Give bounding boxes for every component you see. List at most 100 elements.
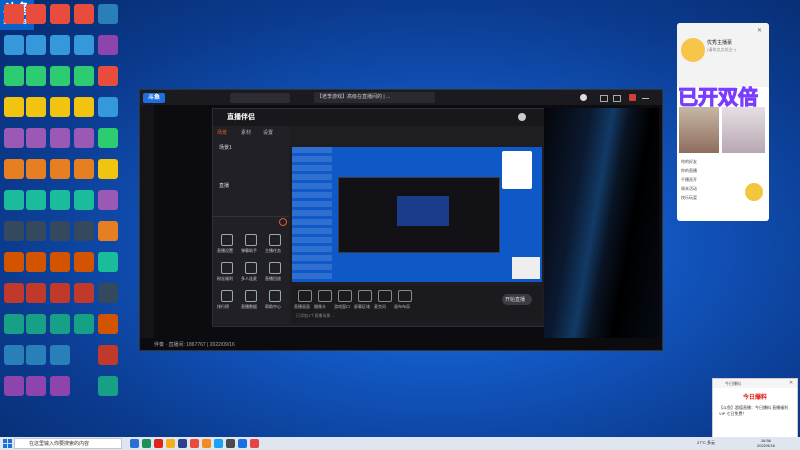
desktop-app-icon[interactable]	[98, 252, 118, 272]
desktop-app-icon[interactable]	[74, 190, 94, 210]
desktop-app-icon[interactable]	[50, 314, 70, 334]
desktop-app-icon[interactable]	[50, 97, 70, 117]
desktop-app-icon[interactable]	[4, 252, 24, 272]
desktop-app-icon[interactable]	[74, 66, 94, 86]
desktop-app-icon[interactable]	[26, 314, 46, 334]
scene-item-1[interactable]: 场景1	[219, 144, 232, 151]
desktop-app-icon[interactable]	[98, 66, 118, 86]
grid-tool-icon[interactable]	[269, 262, 281, 274]
notification-popup[interactable]: 今日爆料 ✕ 今日爆料 【斗鱼】超值直播：今日爆料 直播福利 VIP 七日免费！	[712, 378, 798, 440]
grid-tool-icon[interactable]	[269, 290, 281, 302]
tab-settings[interactable]: 设置	[263, 129, 273, 136]
stream-panel[interactable]: 直播伴侣 场景 素材 设置 场景1 直播 直播设置 弹幕助手 主播任务 粉丝福利 多人连…	[212, 108, 545, 327]
desktop-app-icon[interactable]	[98, 345, 118, 365]
desktop-app-icon[interactable]	[74, 128, 94, 148]
desktop-app-icon[interactable]	[26, 35, 46, 55]
stream-preview[interactable]	[292, 147, 542, 282]
desktop-app-icon[interactable]	[4, 159, 24, 179]
desktop-app-icon[interactable]	[98, 159, 118, 179]
source-tool-icon[interactable]	[298, 290, 312, 302]
desktop-app-icon[interactable]	[4, 97, 24, 117]
desktop-app-icon[interactable]	[4, 283, 24, 303]
desktop-app-icon[interactable]	[4, 345, 24, 365]
app-sidebar[interactable]	[140, 105, 154, 338]
desktop-app-icon[interactable]	[98, 97, 118, 117]
chat-line[interactable]: 你的直播	[681, 168, 697, 174]
desktop-app-icon[interactable]	[26, 97, 46, 117]
desktop-app-icon[interactable]	[74, 35, 94, 55]
taskbar-app-icon[interactable]	[130, 439, 139, 448]
app-titlebar[interactable]: 斗鱼 【老李游戏】高级在直播间的 | ...	[140, 90, 662, 105]
desktop-app-icon[interactable]	[98, 283, 118, 303]
chat-line[interactable]: 千播双开	[681, 177, 697, 183]
taskbar-app-icon[interactable]	[190, 439, 199, 448]
desktop-app-icon[interactable]	[98, 128, 118, 148]
grid-tool-icon[interactable]	[221, 290, 233, 302]
source-tool-icon[interactable]	[358, 290, 372, 302]
tab-scene[interactable]: 场景	[217, 129, 227, 136]
desktop-app-icon[interactable]	[4, 66, 24, 86]
grid-tool-icon[interactable]	[269, 234, 281, 246]
desktop-app-icon[interactable]	[4, 376, 24, 396]
taskbar-app-icon[interactable]	[250, 439, 259, 448]
close-chat-icon[interactable]: ✕	[757, 27, 765, 34]
chat-photo-1[interactable]	[679, 107, 719, 153]
desktop-app-icon[interactable]	[26, 128, 46, 148]
desktop-app-icon[interactable]	[74, 221, 94, 241]
source-tool-icon[interactable]	[378, 290, 392, 302]
desktop-app-icon[interactable]	[50, 221, 70, 241]
scene-item-2[interactable]: 直播	[219, 182, 229, 189]
desktop-app-icon[interactable]	[74, 283, 94, 303]
desktop-app-icon[interactable]	[4, 128, 24, 148]
tab-material[interactable]: 素材	[241, 129, 251, 136]
chat-line[interactable]: 你的好友	[681, 159, 697, 165]
minimize-icon[interactable]	[642, 98, 649, 99]
popup-close-icon[interactable]: ✕	[789, 380, 793, 386]
add-icon[interactable]	[279, 218, 287, 226]
desktop-app-icon[interactable]	[26, 221, 46, 241]
chat-avatar[interactable]	[681, 38, 705, 62]
source-tool-icon[interactable]	[318, 290, 332, 302]
desktop-app-icon[interactable]	[98, 4, 118, 24]
desktop-app-icon[interactable]	[4, 314, 24, 334]
restore-icon[interactable]	[613, 95, 621, 102]
grid-tool-icon[interactable]	[245, 290, 257, 302]
desktop-app-icon[interactable]	[50, 190, 70, 210]
grid-tool-icon[interactable]	[221, 234, 233, 246]
desktop-app-icon[interactable]	[98, 35, 118, 55]
app-window[interactable]: 斗鱼 【老李游戏】高级在直播间的 | ... 直播伴侣 场景 素材 设置 场景1…	[139, 89, 663, 351]
desktop-app-icon[interactable]	[50, 376, 70, 396]
taskbar-app-icon[interactable]	[202, 439, 211, 448]
desktop-app-icon[interactable]	[26, 283, 46, 303]
desktop-app-icon[interactable]	[50, 128, 70, 148]
desktop-app-icon[interactable]	[50, 345, 70, 365]
taskbar-app-icon[interactable]	[154, 439, 163, 448]
desktop-app-icon[interactable]	[4, 190, 24, 210]
gift-icon[interactable]	[745, 183, 763, 201]
desktop-app-icon[interactable]	[26, 252, 46, 272]
taskbar-app-icon[interactable]	[166, 439, 175, 448]
desktop-app-icon[interactable]	[74, 252, 94, 272]
desktop-app-icon[interactable]	[4, 4, 24, 24]
taskbar-app-icon[interactable]	[238, 439, 247, 448]
desktop-app-icon[interactable]	[4, 35, 24, 55]
desktop-app-icon[interactable]	[26, 66, 46, 86]
desktop-app-icon[interactable]	[26, 376, 46, 396]
chat-photo-2[interactable]	[722, 107, 765, 153]
desktop-app-icon[interactable]	[74, 159, 94, 179]
grid-tool-icon[interactable]	[245, 234, 257, 246]
desktop-app-icon[interactable]	[26, 190, 46, 210]
desktop-app-icon[interactable]	[98, 376, 118, 396]
taskbar-search[interactable]: 在这里输入你要搜索的内容	[14, 438, 122, 449]
desktop-app-icon[interactable]	[50, 35, 70, 55]
url-bar[interactable]	[230, 93, 290, 103]
taskbar-app-icon[interactable]	[178, 439, 187, 448]
desktop-app-icon[interactable]	[98, 190, 118, 210]
windows-start-icon[interactable]	[3, 439, 12, 448]
desktop-app-icon[interactable]	[50, 283, 70, 303]
taskbar-app-icon[interactable]	[226, 439, 235, 448]
chat-window[interactable]: 优秀主播豪 (请你点点关注~) ✕ 你的好友 你的直播 千播双开 周末活动 快乐玩耍	[677, 23, 769, 221]
source-tool-icon[interactable]	[338, 290, 352, 302]
desktop-app-icon[interactable]	[74, 97, 94, 117]
desktop-app-icon[interactable]	[26, 159, 46, 179]
